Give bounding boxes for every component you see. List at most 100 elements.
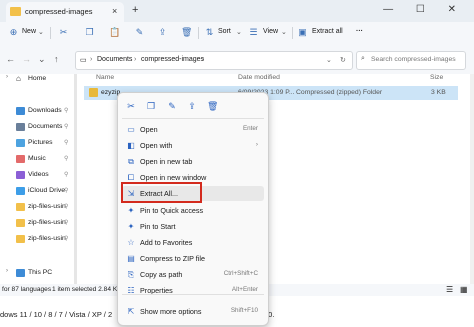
sidebar-item-label: iCloud Drive <box>28 187 66 194</box>
column-date-modified[interactable]: Date modified <box>238 74 280 81</box>
sort-chevron-icon[interactable]: ⌄ <box>236 28 242 36</box>
file-type: Compressed (zipped) Folder <box>296 89 383 96</box>
sidebar-item[interactable]: zip-files-usin ⚲ <box>14 200 70 214</box>
view-chevron-icon[interactable]: ⌄ <box>281 28 287 36</box>
menu-item-open[interactable]: ▭ Open Enter <box>122 122 264 137</box>
up-arrow-icon[interactable]: ↑ <box>54 54 59 64</box>
folder-icon <box>16 171 25 179</box>
menu-item-compress-to-zip-file[interactable]: ▤ Compress to ZIP file <box>122 251 264 266</box>
file-list-scrollbar[interactable] <box>470 74 474 284</box>
forward-arrow-icon[interactable]: → <box>22 54 31 64</box>
menu-item-pin-to-quick-access[interactable]: ✦ Pin to Quick access <box>122 203 264 218</box>
new-chevron-icon[interactable]: ⌄ <box>38 28 44 36</box>
pin-icon: ⚲ <box>64 140 69 146</box>
expand-chevron-icon[interactable]: › <box>6 74 8 80</box>
cut-icon[interactable]: ✂ <box>126 101 136 111</box>
menu-item-label: Open with <box>140 141 173 150</box>
copy-icon[interactable]: ❐ <box>146 101 156 111</box>
column-size[interactable]: Size <box>430 74 443 81</box>
pin-icon: ⚲ <box>64 204 69 210</box>
menu-item-shortcut: Shift+F10 <box>230 307 258 314</box>
address-row: ← → ⌄ ↑ ▭ › Documents › compressed-image… <box>0 44 474 74</box>
refresh-icon[interactable]: ↻ <box>340 56 346 64</box>
search-input[interactable]: ⌕ Search compressed-images <box>356 51 466 70</box>
extract-all-button[interactable]: Extract all <box>312 28 343 35</box>
share-icon[interactable]: ⇪ <box>157 27 168 38</box>
expand-chevron-icon[interactable]: › <box>6 268 8 274</box>
menu-item-open-in-new-tab[interactable]: ⧉ Open in new tab <box>122 154 264 169</box>
zip-icon: ▤ <box>127 254 135 263</box>
close-tab-icon[interactable]: × <box>112 6 117 16</box>
menu-item-open-with[interactable]: ◧ Open with › <box>122 138 264 153</box>
sidebar-item-label: This PC <box>28 269 53 276</box>
share-icon[interactable]: ⇪ <box>187 101 197 111</box>
sidebar-item[interactable]: zip-files-usin ⚲ <box>14 216 70 230</box>
context-quick-actions: ✂ ❐ ✎ ⇪ 🗑 <box>118 93 268 119</box>
folder-icon <box>10 7 21 16</box>
menu-item-add-to-favorites[interactable]: ☆ Add to Favorites <box>122 235 264 250</box>
address-bar[interactable]: ▭ › Documents › compressed-images › ⌄ ↻ <box>75 51 353 70</box>
search-icon: ⌕ <box>361 55 365 62</box>
status-items: for 87 languages <box>2 286 52 293</box>
rename-icon[interactable]: ✎ <box>134 27 145 38</box>
column-name[interactable]: Name <box>96 74 114 81</box>
pin-icon: ✦ <box>127 206 135 215</box>
menu-item-properties[interactable]: ☷ Properties Alt+Enter <box>122 283 264 298</box>
menu-item-label: Copy as path <box>140 270 183 279</box>
more-options-icon: ⇱ <box>127 307 135 316</box>
tiles-view-icon[interactable]: ▦ <box>460 285 468 294</box>
view-button[interactable]: View <box>263 28 278 35</box>
new-button[interactable]: New <box>22 28 36 35</box>
cut-icon[interactable]: ✂ <box>58 27 69 38</box>
sidebar-item[interactable]: Downloads ⚲ <box>14 104 70 118</box>
zip-folder-icon <box>89 88 98 97</box>
sidebar-item-label: Music <box>28 155 46 162</box>
menu-item-label: Open <box>140 125 158 134</box>
navigation-pane: › ⌂ Home Downloads ⚲ Documents ⚲ Pictures ⚲ Mu… <box>0 74 72 284</box>
pin-start-icon: ✦ <box>127 222 135 231</box>
new-tab-button[interactable]: + <box>132 4 138 16</box>
pin-icon: ⚲ <box>64 124 69 130</box>
sidebar-item[interactable]: zip-files-usin ⚲ <box>14 232 70 246</box>
delete-icon[interactable]: 🗑 <box>181 27 192 38</box>
folder-icon <box>16 139 25 147</box>
folder-icon <box>16 123 25 131</box>
window-controls[interactable]: — ☐ ✕ <box>383 4 466 15</box>
details-view-icon[interactable]: ☰ <box>446 285 453 294</box>
sidebar-item-this-pc[interactable]: This PC <box>14 266 70 280</box>
sidebar-scrollbar[interactable] <box>74 74 77 284</box>
search-placeholder: Search compressed-images <box>371 56 456 63</box>
menu-item-copy-as-path[interactable]: ⎘ Copy as path Ctrl+Shift+C <box>122 267 264 282</box>
pin-icon: ⚲ <box>64 156 69 162</box>
rename-icon[interactable]: ✎ <box>167 101 177 111</box>
copy-icon[interactable]: ❐ <box>84 27 95 38</box>
pin-icon: ⚲ <box>64 220 69 226</box>
paste-icon[interactable]: 📋 <box>109 27 120 38</box>
computer-icon <box>16 269 25 277</box>
menu-item-show-more-options[interactable]: ⇱ Show more options Shift+F10 <box>122 304 264 319</box>
recent-chevron-icon[interactable]: ⌄ <box>38 54 46 65</box>
pin-icon: ⚲ <box>64 172 69 178</box>
sidebar-item[interactable]: Music ⚲ <box>14 152 70 166</box>
background-text: dows 11 / 10 / 8 / 7 / Vista / XP / 2 <box>0 310 113 319</box>
more-options-button[interactable]: ··· <box>356 28 363 35</box>
sidebar-item[interactable]: iCloud Drive ⚲ <box>14 184 70 198</box>
menu-item-pin-to-start[interactable]: ✦ Pin to Start <box>122 219 264 234</box>
folder-icon <box>16 219 25 227</box>
star-icon: ☆ <box>127 238 135 247</box>
breadcrumb-documents[interactable]: Documents <box>97 56 132 63</box>
sidebar-item[interactable]: Videos ⚲ <box>14 168 70 182</box>
sidebar-item-label: zip-files-usin <box>28 219 66 226</box>
delete-icon[interactable]: 🗑 <box>207 101 218 111</box>
sidebar-item[interactable]: Documents ⚲ <box>14 120 70 134</box>
back-arrow-icon[interactable]: ← <box>6 54 15 64</box>
sidebar-item[interactable]: Pictures ⚲ <box>14 136 70 150</box>
breadcrumb-chevron-icon: › <box>134 56 137 63</box>
pin-icon: ⚲ <box>64 108 69 114</box>
title-bar: compressed-images × + — ☐ ✕ <box>0 0 474 22</box>
sort-button[interactable]: Sort <box>218 28 231 35</box>
address-dropdown-icon[interactable]: ⌄ <box>326 56 332 64</box>
breadcrumb-compressed-images[interactable]: compressed-images <box>141 56 204 63</box>
sidebar-item-home[interactable]: ⌂ Home <box>14 72 70 86</box>
tab-compressed-images[interactable]: compressed-images × <box>6 2 124 22</box>
